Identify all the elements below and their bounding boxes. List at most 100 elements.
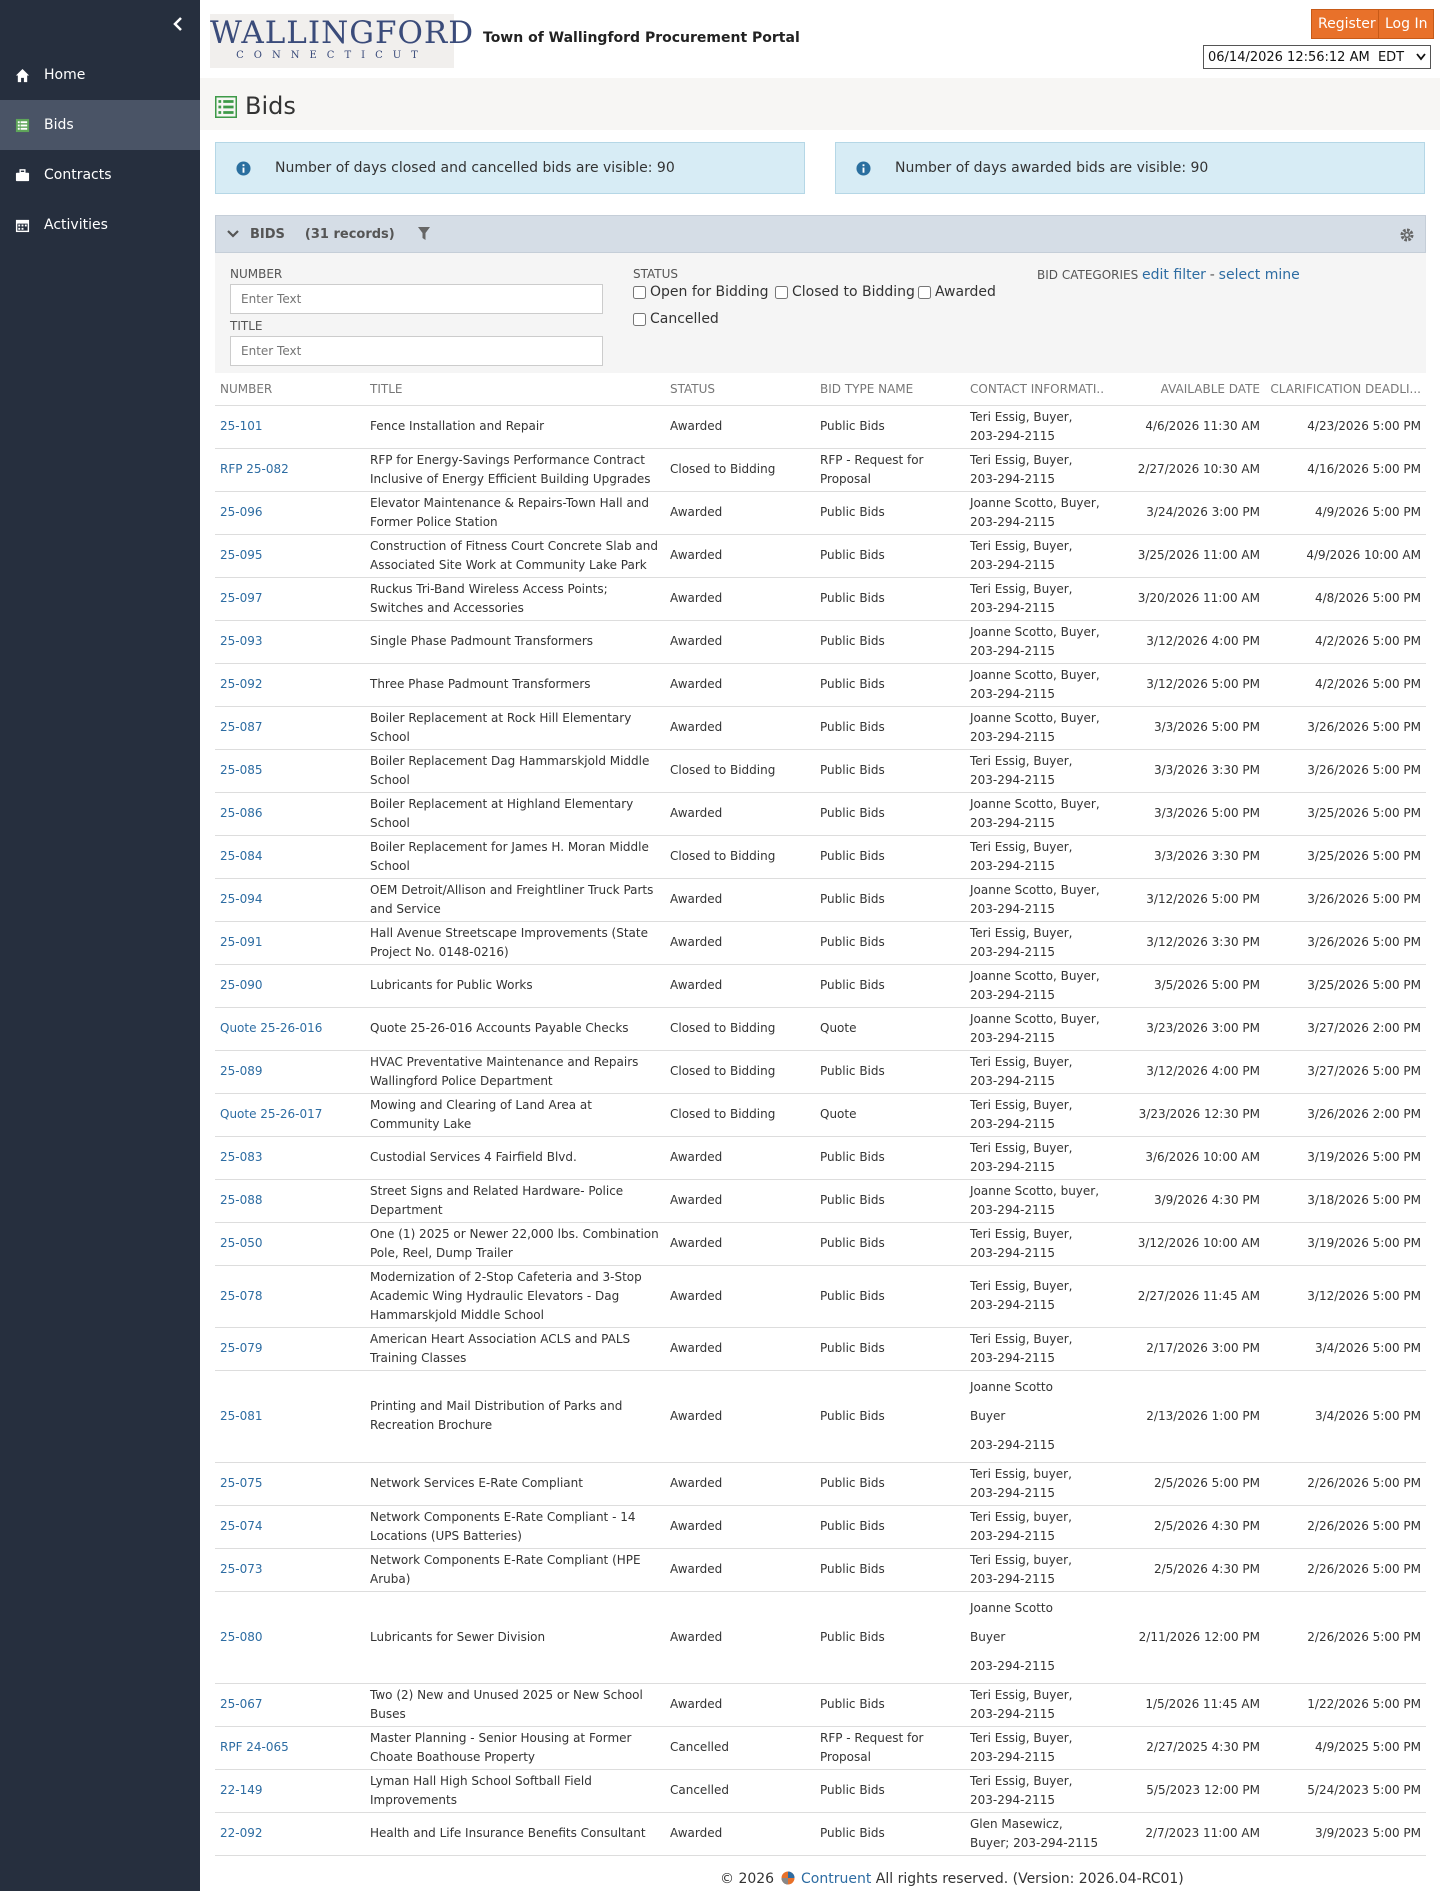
title-input[interactable]	[230, 336, 603, 366]
table-row[interactable]: 25-095 Construction of Fitness Court Conc…	[215, 533, 1426, 577]
bid-number-link[interactable]: 25-074	[215, 1504, 365, 1548]
bid-number-link[interactable]: Quote 25-26-017	[215, 1092, 365, 1136]
table-row[interactable]: 25-080 Lubricants for Sewer Division Award…	[215, 1590, 1426, 1683]
bid-number-link[interactable]: 25-087	[215, 705, 365, 749]
table-row[interactable]: 25-094 OEM Detroit/Allison and Freightlin…	[215, 877, 1426, 921]
table-row[interactable]: 25-086 Boiler Replacement at Highland Ele…	[215, 791, 1426, 835]
bid-number-link[interactable]: 25-086	[215, 791, 365, 835]
table-row[interactable]: 25-089 HVAC Preventative Maintenance and …	[215, 1049, 1426, 1093]
bid-number-link[interactable]: 25-079	[215, 1326, 365, 1370]
table-row[interactable]: 25-067 Two (2) New and Unused 2025 or New…	[215, 1682, 1426, 1726]
gear-icon[interactable]	[1399, 227, 1415, 243]
edit-filter-link[interactable]: edit filter	[1142, 267, 1206, 283]
bid-number-link[interactable]: 22-149	[215, 1768, 365, 1812]
checkbox[interactable]	[918, 285, 931, 299]
contruent-link[interactable]: Contruent	[801, 1871, 871, 1887]
bid-number-link[interactable]: 25-088	[215, 1178, 365, 1222]
column-header-available-date[interactable]: AVAILABLE DATE	[1105, 373, 1265, 405]
bid-number-link[interactable]: 25-092	[215, 662, 365, 706]
column-header-clarification-deadline[interactable]: CLARIFICATION DEADLI...	[1265, 373, 1426, 405]
chevron-down-icon[interactable]	[226, 229, 240, 239]
table-row[interactable]: 25-083 Custodial Services 4 Fairfield Blv…	[215, 1135, 1426, 1179]
table-row[interactable]: 25-050 One (1) 2025 or Newer 22,000 lbs. …	[215, 1221, 1426, 1265]
column-header-contact[interactable]: CONTACT INFORMATI...	[965, 373, 1105, 405]
table-row[interactable]: 25-091 Hall Avenue Streetscape Improvemen…	[215, 920, 1426, 964]
table-row[interactable]: 25-075 Network Services E-Rate Compliant A…	[215, 1461, 1426, 1505]
bid-number-link[interactable]: 25-080	[215, 1590, 365, 1683]
collapse-sidebar-button[interactable]	[168, 14, 188, 34]
bid-number-link[interactable]: 25-085	[215, 748, 365, 792]
bid-number-link[interactable]: 25-096	[215, 490, 365, 534]
bid-number-link[interactable]: 25-093	[215, 619, 365, 663]
bid-clarification-deadline: 3/27/2026 2:00 PM	[1265, 1006, 1426, 1050]
status-closed-checkbox[interactable]: Closed to Bidding	[775, 284, 915, 300]
table-row[interactable]: Quote 25-26-016 Quote 25-26-016 Accounts …	[215, 1006, 1426, 1050]
bid-number-link[interactable]: RFP 25-082	[215, 447, 365, 491]
checkbox[interactable]	[633, 285, 646, 299]
table-row[interactable]: 25-081 Printing and Mail Distribution of …	[215, 1369, 1426, 1462]
bid-number-link[interactable]: 25-101	[215, 404, 365, 448]
table-row[interactable]: 22-092 Health and Life Insurance Benefits…	[215, 1811, 1426, 1856]
bid-number-link[interactable]: 25-078	[215, 1264, 365, 1327]
status-awarded-checkbox[interactable]: Awarded	[918, 284, 996, 300]
number-input[interactable]	[230, 284, 603, 314]
column-header-title[interactable]: TITLE	[365, 373, 665, 405]
sidebar-item-contracts[interactable]: Contracts	[0, 150, 200, 200]
bid-number-link[interactable]: 25-095	[215, 533, 365, 577]
register-button[interactable]: Register	[1311, 9, 1383, 39]
table-row[interactable]: RFP 25-082 RFP for Energy-Savings Perform…	[215, 447, 1426, 491]
table-row[interactable]: 25-087 Boiler Replacement at Rock Hill El…	[215, 705, 1426, 749]
select-mine-link[interactable]: select mine	[1219, 267, 1300, 283]
bid-clarification-deadline: 3/25/2026 5:00 PM	[1265, 963, 1426, 1007]
table-row[interactable]: 25-085 Boiler Replacement Dag Hammarskjol…	[215, 748, 1426, 792]
table-row[interactable]: 25-073 Network Components E-Rate Complian…	[215, 1547, 1426, 1591]
bid-number-link[interactable]: 25-089	[215, 1049, 365, 1093]
table-row[interactable]: 25-079 American Heart Association ACLS an…	[215, 1326, 1426, 1370]
table-row[interactable]: Quote 25-26-017 Mowing and Clearing of La…	[215, 1092, 1426, 1136]
bid-number-link[interactable]: 22-092	[215, 1811, 365, 1856]
bid-number-link[interactable]: 25-073	[215, 1547, 365, 1591]
table-row[interactable]: 25-092 Three Phase Padmount Transformers A…	[215, 662, 1426, 706]
bid-number-link[interactable]: Quote 25-26-016	[215, 1006, 365, 1050]
table-row[interactable]: 25-088 Street Signs and Related Hardware-…	[215, 1178, 1426, 1222]
bid-number-link[interactable]: RPF 24-065	[215, 1725, 365, 1769]
status-cancelled-checkbox[interactable]: Cancelled	[633, 311, 719, 327]
bid-number-link[interactable]: 25-094	[215, 877, 365, 921]
table-row[interactable]: 25-078 Modernization of 2-Stop Cafeteria …	[215, 1264, 1426, 1327]
table-row[interactable]: 22-149 Lyman Hall High School Softball Fi…	[215, 1768, 1426, 1812]
sidebar: Home Bids Contracts Activities	[0, 0, 200, 1891]
login-button[interactable]: Log In	[1378, 9, 1435, 39]
sidebar-item-activities[interactable]: Activities	[0, 200, 200, 250]
table-row[interactable]: 25-090 Lubricants for Public Works Awarded…	[215, 963, 1426, 1007]
bid-number-link[interactable]: 25-097	[215, 576, 365, 620]
bid-number-link[interactable]: 25-083	[215, 1135, 365, 1179]
bid-status: Closed to Bidding	[665, 1092, 815, 1136]
table-row[interactable]: 25-097 Ruckus Tri-Band Wireless Access Po…	[215, 576, 1426, 620]
bid-number-link[interactable]: 25-084	[215, 834, 365, 878]
checkbox[interactable]	[775, 285, 788, 299]
column-header-status[interactable]: STATUS	[665, 373, 815, 405]
bid-available-date: 3/12/2026 3:30 PM	[1105, 920, 1265, 964]
status-open-checkbox[interactable]: Open for Bidding	[633, 284, 768, 300]
table-row[interactable]: RPF 24-065 Master Planning - Senior Housi…	[215, 1725, 1426, 1769]
timezone-select[interactable]: 06/14/2026 12:56:12 AM EDT	[1203, 45, 1431, 69]
sidebar-item-bids[interactable]: Bids	[0, 100, 200, 150]
table-row[interactable]: 25-093 Single Phase Padmount Transformers…	[215, 619, 1426, 663]
bid-number-link[interactable]: 25-067	[215, 1682, 365, 1726]
column-header-bid-type[interactable]: BID TYPE NAME	[815, 373, 965, 405]
bid-number-link[interactable]: 25-075	[215, 1461, 365, 1505]
checkbox[interactable]	[633, 312, 646, 326]
sidebar-item-home[interactable]: Home	[0, 50, 200, 100]
filter-icon[interactable]	[417, 226, 431, 242]
table-row[interactable]: 25-101 Fence Installation and Repair Award…	[215, 404, 1426, 448]
bid-number-link[interactable]: 25-050	[215, 1221, 365, 1265]
table-row[interactable]: 25-084 Boiler Replacement for James H. Mo…	[215, 834, 1426, 878]
bid-number-link[interactable]: 25-091	[215, 920, 365, 964]
bid-number-link[interactable]: 25-090	[215, 963, 365, 1007]
wallingford-logo[interactable]: WALLINGFORD CONNECTICUT	[210, 14, 473, 68]
table-row[interactable]: 25-074 Network Components E-Rate Complian…	[215, 1504, 1426, 1548]
table-row[interactable]: 25-096 Elevator Maintenance & Repairs-Tow…	[215, 490, 1426, 534]
column-header-number[interactable]: NUMBER	[215, 373, 365, 405]
bid-number-link[interactable]: 25-081	[215, 1369, 365, 1462]
bids-panel: BIDS (31 records) NUMBER TITLE STATUS Op…	[215, 215, 1426, 1856]
